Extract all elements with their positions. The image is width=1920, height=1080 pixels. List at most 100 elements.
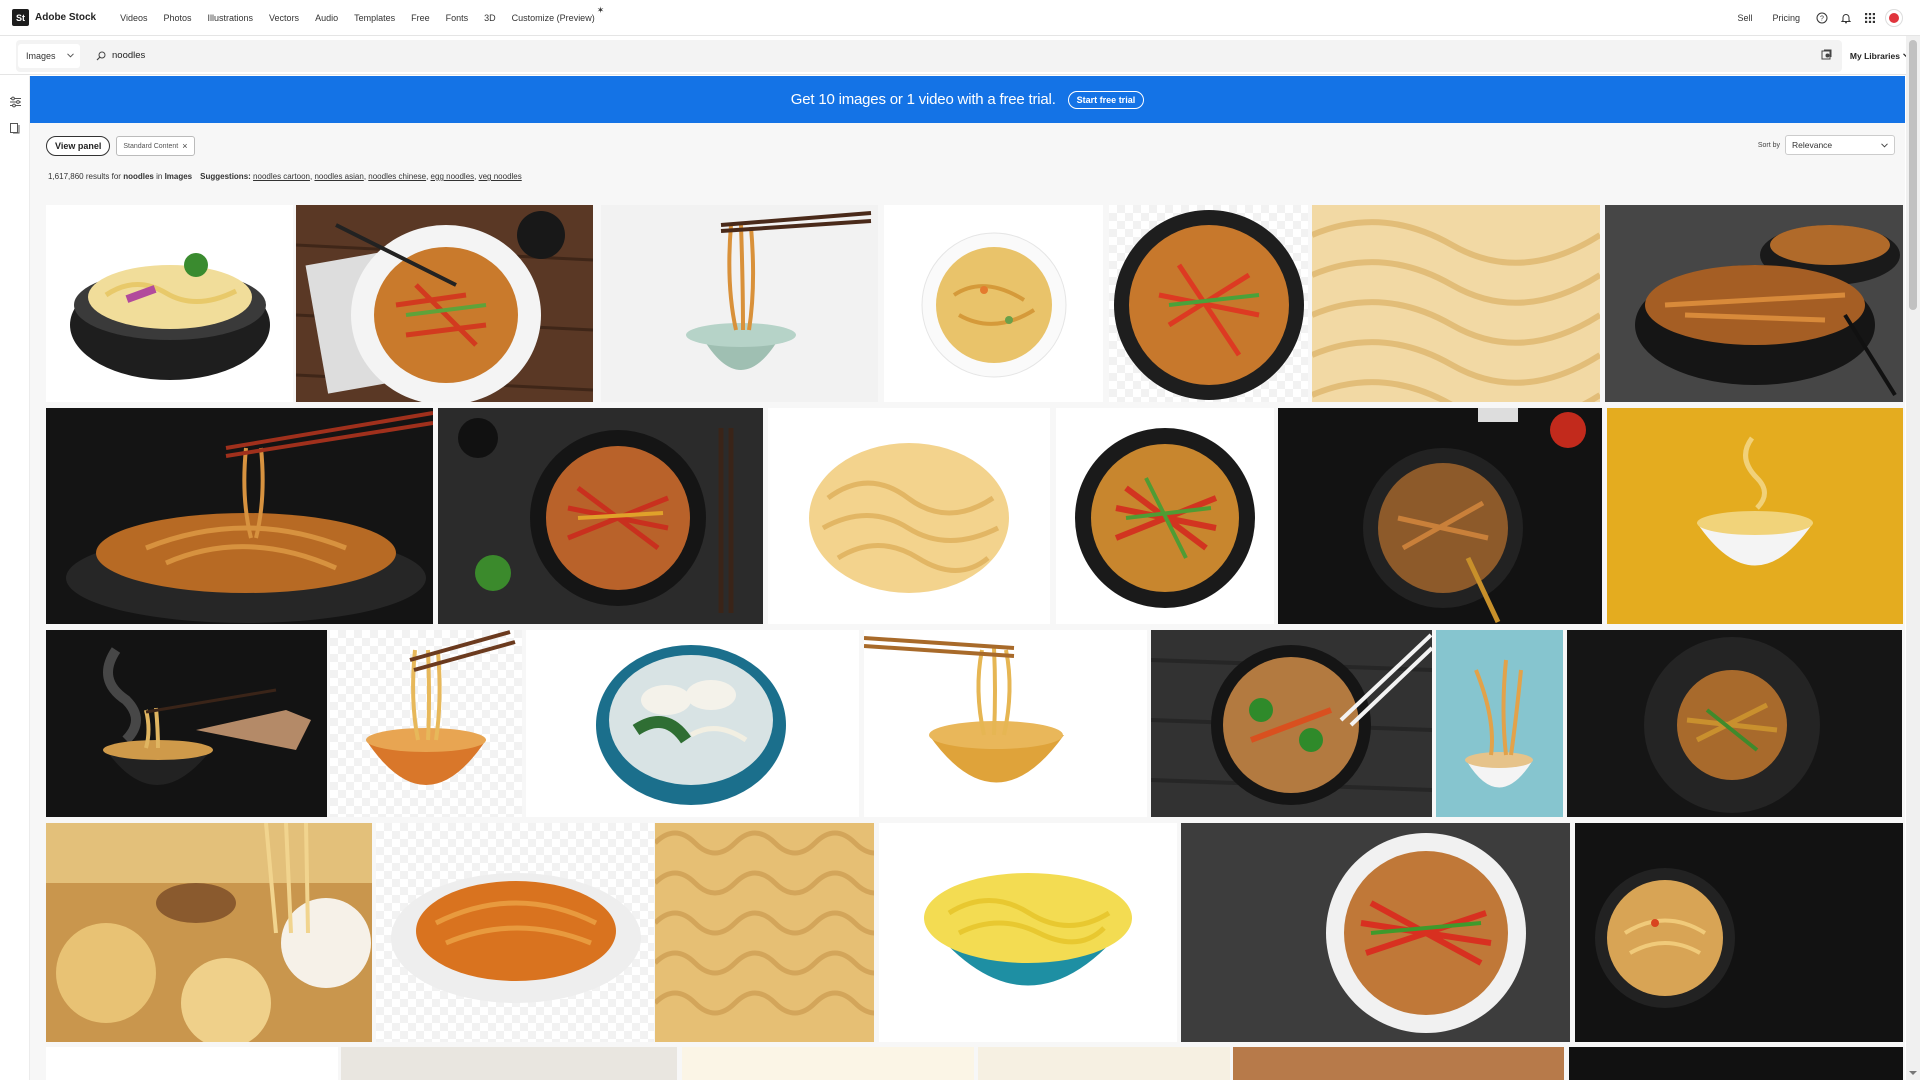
image-tile[interactable]	[1605, 205, 1903, 402]
chevron-down-icon	[1881, 142, 1888, 148]
bell-icon[interactable]	[1834, 6, 1858, 30]
scroll-thumb[interactable]	[1909, 40, 1917, 310]
food-photo	[1575, 823, 1903, 1042]
image-tile[interactable]	[438, 408, 763, 624]
image-tile[interactable]	[1181, 823, 1570, 1042]
close-icon[interactable]: ×	[182, 141, 187, 151]
food-photo	[1607, 408, 1903, 624]
asset-type-select[interactable]: Images	[18, 43, 80, 68]
image-tile[interactable]	[46, 823, 372, 1042]
suggestion-link[interactable]: egg noodles	[431, 172, 475, 181]
image-tile[interactable]	[1569, 1047, 1903, 1080]
results-for-text: results for	[85, 172, 121, 181]
scroll-down-icon[interactable]	[1908, 1068, 1918, 1078]
suggestion-link[interactable]: noodles asian	[314, 172, 363, 181]
food-photo	[596, 645, 786, 805]
image-tile[interactable]	[1575, 823, 1903, 1042]
suggestion-link[interactable]: veg noodles	[479, 172, 522, 181]
image-tile[interactable]	[1109, 205, 1308, 402]
avatar[interactable]	[1882, 6, 1906, 30]
image-tile[interactable]	[1056, 408, 1274, 624]
image-tile[interactable]	[526, 630, 859, 817]
food-photo	[1151, 630, 1432, 817]
nav-link-sell[interactable]: Sell	[1727, 13, 1762, 23]
results-count: 1,617,860	[48, 172, 84, 181]
my-libraries-button[interactable]: My Libraries	[1850, 51, 1910, 61]
chip-label: Standard Content	[123, 142, 179, 150]
image-tile[interactable]	[682, 1047, 974, 1080]
nav-link-templates[interactable]: Templates	[346, 0, 403, 36]
top-nav: St Adobe Stock Videos Photos Illustratio…	[0, 0, 1920, 36]
food-photo	[1181, 823, 1570, 1042]
image-tile[interactable]	[341, 1047, 677, 1080]
nav-link-illustrations[interactable]: Illustrations	[200, 0, 262, 36]
nav-link-customize[interactable]: Customize (Preview)	[504, 0, 603, 36]
image-tile[interactable]	[978, 1047, 1230, 1080]
sort-select[interactable]: Relevance	[1785, 135, 1895, 155]
food-photo	[1436, 630, 1563, 817]
nav-link-fonts[interactable]: Fonts	[438, 0, 477, 36]
image-tile[interactable]	[768, 408, 1050, 624]
image-tile[interactable]	[1607, 408, 1903, 624]
image-tile[interactable]	[376, 823, 654, 1042]
start-free-trial-button[interactable]: Start free trial	[1067, 90, 1145, 109]
food-photo	[921, 232, 1067, 378]
free-trial-banner: Get 10 images or 1 video with a free tri…	[30, 76, 1905, 123]
sparkle-icon: ✶	[596, 5, 605, 15]
suggestion-link[interactable]: noodles cartoon	[253, 172, 310, 181]
image-tile[interactable]	[330, 630, 522, 817]
left-rail	[0, 76, 30, 1080]
adobe-stock-logo[interactable]: St Adobe Stock	[12, 9, 96, 26]
image-tile[interactable]	[655, 823, 874, 1042]
food-photo	[46, 630, 327, 817]
page-scrollbar[interactable]	[1906, 36, 1920, 1080]
view-panel-button[interactable]: View panel	[46, 136, 111, 156]
search-row: Images My Libraries	[0, 37, 1910, 75]
image-tile[interactable]	[1151, 630, 1432, 817]
image-tile[interactable]	[879, 823, 1177, 1042]
food-photo	[809, 443, 1009, 593]
standard-content-chip[interactable]: Standard Content ×	[116, 136, 195, 156]
search-input[interactable]	[112, 50, 1821, 61]
apps-grid-icon[interactable]	[1858, 6, 1882, 30]
image-tile[interactable]	[1278, 408, 1602, 624]
image-tile[interactable]	[864, 630, 1147, 817]
nav-link-photos[interactable]: Photos	[155, 0, 199, 36]
food-photo	[46, 823, 372, 1042]
sort-value: Relevance	[1792, 140, 1833, 150]
image-tile[interactable]	[46, 408, 433, 624]
stock-logo-icon: St	[12, 9, 29, 26]
nav-link-audio[interactable]: Audio	[307, 0, 346, 36]
image-tile[interactable]	[601, 205, 878, 402]
image-tile[interactable]	[46, 205, 293, 402]
help-icon[interactable]: ?	[1810, 6, 1834, 30]
results-summary: 1,617,860 results for noodles in Images …	[48, 172, 522, 181]
food-photo	[864, 636, 1064, 783]
visual-search-icon[interactable]	[1821, 47, 1832, 65]
image-tile[interactable]	[296, 205, 593, 402]
food-photo	[1278, 408, 1602, 624]
results-category: Images	[164, 172, 193, 181]
food-photo	[438, 408, 763, 624]
nav-link-vectors[interactable]: Vectors	[261, 0, 307, 36]
image-tile[interactable]	[1312, 205, 1600, 402]
image-tile[interactable]	[1233, 1047, 1564, 1080]
suggestion-link[interactable]: noodles chinese	[368, 172, 426, 181]
asset-type-value: Images	[26, 50, 56, 61]
image-tile[interactable]	[46, 1047, 338, 1080]
nav-link-pricing[interactable]: Pricing	[1762, 13, 1810, 23]
chevron-down-icon	[67, 53, 74, 58]
filters-icon[interactable]	[7, 94, 23, 110]
my-libraries-label: My Libraries	[1849, 50, 1900, 61]
suggestions-label: Suggestions:	[200, 172, 251, 181]
nav-link-3d[interactable]: 3D	[476, 0, 504, 36]
library-icon[interactable]	[7, 120, 23, 136]
nav-link-videos[interactable]: Videos	[112, 0, 155, 36]
image-tile[interactable]	[884, 205, 1103, 402]
results-term: noodles	[123, 172, 154, 181]
food-photo	[70, 253, 270, 380]
image-tile[interactable]	[1567, 630, 1902, 817]
image-tile[interactable]	[46, 630, 327, 817]
nav-link-free[interactable]: Free	[403, 0, 438, 36]
image-tile[interactable]	[1436, 630, 1563, 817]
